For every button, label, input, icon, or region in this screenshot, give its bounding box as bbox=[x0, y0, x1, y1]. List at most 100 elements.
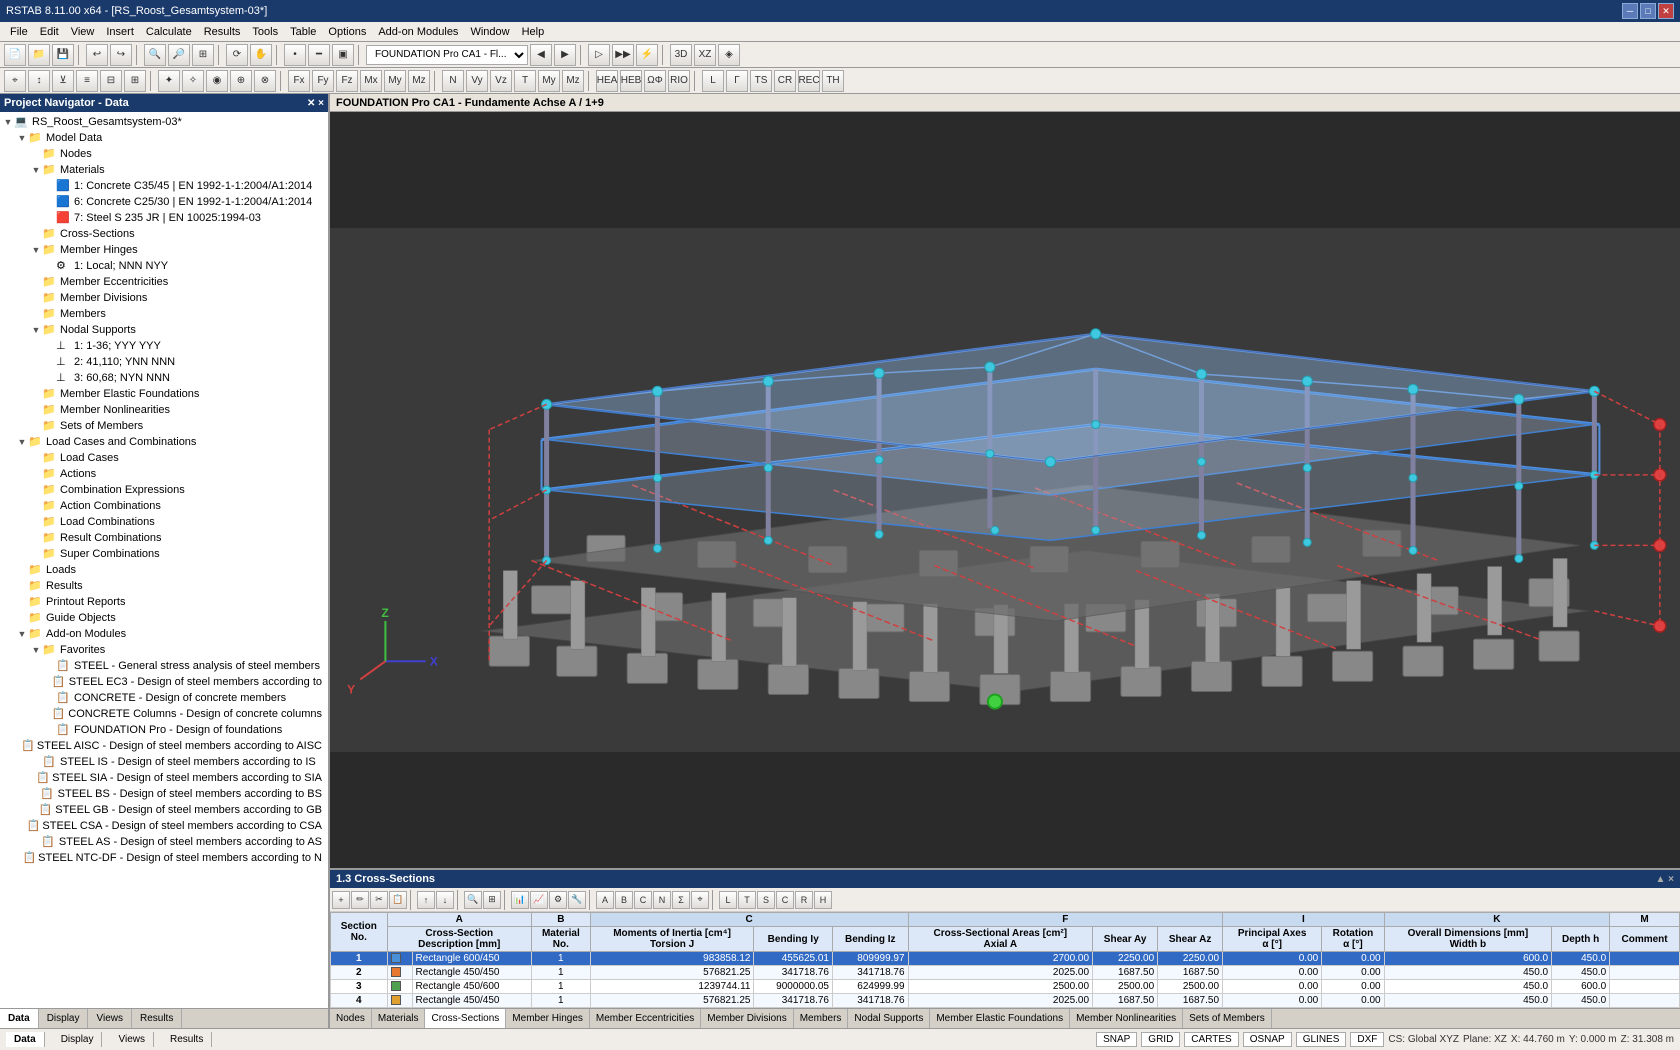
section-tab-7[interactable]: Nodal Supports bbox=[848, 1009, 930, 1028]
table-row-4[interactable]: 4Rectangle 450/4501576821.25341718.76341… bbox=[331, 994, 1680, 1008]
tree-item-steel_gb[interactable]: 📋STEEL GB - Design of steel members acco… bbox=[2, 802, 326, 818]
tree-item-combination_expressions[interactable]: 📁Combination Expressions bbox=[2, 482, 326, 498]
tb2-31[interactable]: CR bbox=[774, 70, 796, 92]
cartes-indicator[interactable]: CARTES bbox=[1184, 1032, 1238, 1047]
tree-item-nodes[interactable]: 📁Nodes bbox=[2, 146, 326, 162]
menu-insert[interactable]: Insert bbox=[100, 24, 140, 40]
menu-table[interactable]: Table bbox=[284, 24, 322, 40]
bt-btn-9[interactable]: 📊 bbox=[511, 891, 529, 909]
tb2-18[interactable]: N bbox=[442, 70, 464, 92]
tb2-14[interactable]: Fz bbox=[336, 70, 358, 92]
tb2-21[interactable]: T bbox=[514, 70, 536, 92]
tb-open[interactable]: 📁 bbox=[28, 44, 50, 66]
nav-tab-results[interactable]: Results bbox=[132, 1009, 182, 1028]
tb2-25[interactable]: HEB bbox=[620, 70, 642, 92]
statusbar-tab-data[interactable]: Data bbox=[6, 1032, 45, 1047]
tb2-30[interactable]: TS bbox=[750, 70, 772, 92]
bt-btn-16[interactable]: N bbox=[653, 891, 671, 909]
tree-item-root[interactable]: ▼💻RS_Roost_Gesamtsystem-03* bbox=[2, 114, 326, 130]
tree-item-ns3[interactable]: ⊥3: 60,68; NYN NNN bbox=[2, 370, 326, 386]
foundation-dropdown[interactable]: FOUNDATION Pro CA1 - Fl... bbox=[366, 45, 528, 65]
tree-item-steel_aisc[interactable]: 📋STEEL AISC - Design of steel members ac… bbox=[2, 738, 326, 754]
statusbar-tab-views[interactable]: Views bbox=[110, 1032, 154, 1047]
menu-tools[interactable]: Tools bbox=[246, 24, 284, 40]
table-row-2[interactable]: 2Rectangle 450/4501576821.25341718.76341… bbox=[331, 966, 1680, 980]
bt-btn-20[interactable]: T bbox=[738, 891, 756, 909]
tb2-11[interactable]: ⊗ bbox=[254, 70, 276, 92]
menu-addon[interactable]: Add-on Modules bbox=[372, 24, 464, 40]
tree-item-guide_objects[interactable]: 📁Guide Objects bbox=[2, 610, 326, 626]
tb2-22[interactable]: My bbox=[538, 70, 560, 92]
menu-options[interactable]: Options bbox=[322, 24, 372, 40]
snap-indicator[interactable]: SNAP bbox=[1096, 1032, 1137, 1047]
bt-btn-2[interactable]: ✏ bbox=[351, 891, 369, 909]
tb-xz-view[interactable]: XZ bbox=[694, 44, 716, 66]
maximize-button[interactable]: □ bbox=[1640, 3, 1656, 19]
bt-btn-5[interactable]: ↑ bbox=[417, 891, 435, 909]
tb-render[interactable]: ◈ bbox=[718, 44, 740, 66]
tree-item-super_combinations[interactable]: 📁Super Combinations bbox=[2, 546, 326, 562]
nav-tab-views[interactable]: Views bbox=[88, 1009, 132, 1028]
tb2-3[interactable]: ⊻ bbox=[52, 70, 74, 92]
tb2-8[interactable]: ✧ bbox=[182, 70, 204, 92]
tb2-5[interactable]: ⊟ bbox=[100, 70, 122, 92]
nav-close-btn[interactable]: ✕ × bbox=[307, 98, 324, 109]
bt-btn-11[interactable]: ⚙ bbox=[549, 891, 567, 909]
tree-item-steel_sia[interactable]: 📋STEEL SIA - Design of steel members acc… bbox=[2, 770, 326, 786]
tree-item-action_combinations[interactable]: 📁Action Combinations bbox=[2, 498, 326, 514]
bt-btn-21[interactable]: S bbox=[757, 891, 775, 909]
tree-item-favorites[interactable]: ▼📁Favorites bbox=[2, 642, 326, 658]
menu-window[interactable]: Window bbox=[464, 24, 515, 40]
bt-btn-15[interactable]: C bbox=[634, 891, 652, 909]
tree-item-steel_ec3[interactable]: 📋STEEL EC3 - Design of steel members acc… bbox=[2, 674, 326, 690]
tree-item-concrete[interactable]: 📋CONCRETE - Design of concrete members bbox=[2, 690, 326, 706]
viewport-canvas[interactable]: X Z Y bbox=[330, 112, 1680, 868]
tree-item-member_divisions[interactable]: 📁Member Divisions bbox=[2, 290, 326, 306]
menu-file[interactable]: File bbox=[4, 24, 34, 40]
table-row-1[interactable]: 1Rectangle 600/4501983858.12455625.01809… bbox=[331, 952, 1680, 966]
close-button[interactable]: ✕ bbox=[1658, 3, 1674, 19]
tree-item-cross_sections[interactable]: 📁Cross-Sections bbox=[2, 226, 326, 242]
menu-calculate[interactable]: Calculate bbox=[140, 24, 198, 40]
tb-prev[interactable]: ◀ bbox=[530, 44, 552, 66]
tree-item-member_hinges[interactable]: ▼📁Member Hinges bbox=[2, 242, 326, 258]
tree-item-loads[interactable]: 📁Loads bbox=[2, 562, 326, 578]
grid-indicator[interactable]: GRID bbox=[1141, 1032, 1180, 1047]
tb2-17[interactable]: Mz bbox=[408, 70, 430, 92]
bt-btn-18[interactable]: ⌖ bbox=[691, 891, 709, 909]
table-row-3[interactable]: 3Rectangle 450/60011239744.119000000.056… bbox=[331, 980, 1680, 994]
tb2-15[interactable]: Mx bbox=[360, 70, 382, 92]
cross-sections-table[interactable]: SectionNo. A B C F I K M Cross-SectionDe… bbox=[330, 912, 1680, 1008]
tb2-12[interactable]: Fx bbox=[288, 70, 310, 92]
tb2-9[interactable]: ◉ bbox=[206, 70, 228, 92]
menu-edit[interactable]: Edit bbox=[34, 24, 65, 40]
tree-item-steel_as[interactable]: 📋STEEL AS - Design of steel members acco… bbox=[2, 834, 326, 850]
tree-item-result_combinations[interactable]: 📁Result Combinations bbox=[2, 530, 326, 546]
tb2-1[interactable]: ⌖ bbox=[4, 70, 26, 92]
bt-btn-24[interactable]: H bbox=[814, 891, 832, 909]
tb-member[interactable]: ━ bbox=[308, 44, 330, 66]
tree-item-member_nonlinearities[interactable]: 📁Member Nonlinearities bbox=[2, 402, 326, 418]
tb-undo[interactable]: ↩ bbox=[86, 44, 108, 66]
menu-help[interactable]: Help bbox=[516, 24, 551, 40]
section-tab-8[interactable]: Member Elastic Foundations bbox=[930, 1009, 1070, 1028]
tree-item-steel_general[interactable]: 📋STEEL - General stress analysis of stee… bbox=[2, 658, 326, 674]
tb2-19[interactable]: Vy bbox=[466, 70, 488, 92]
tree-item-mat1[interactable]: 🟦1: Concrete C35/45 | EN 1992-1-1:2004/A… bbox=[2, 178, 326, 194]
section-tab-2[interactable]: Cross-Sections bbox=[425, 1009, 506, 1028]
bt-btn-7[interactable]: 🔍 bbox=[464, 891, 482, 909]
tb-3d-view[interactable]: 3D bbox=[670, 44, 692, 66]
tree-item-model_data[interactable]: ▼📁Model Data bbox=[2, 130, 326, 146]
bt-btn-4[interactable]: 📋 bbox=[389, 891, 407, 909]
tree-item-mat6[interactable]: 🟦6: Concrete C25/30 | EN 1992-1-1:2004/A… bbox=[2, 194, 326, 210]
tree-item-ns1[interactable]: ⊥1: 1-36; YYY YYY bbox=[2, 338, 326, 354]
bt-btn-14[interactable]: B bbox=[615, 891, 633, 909]
tb-pan[interactable]: ✋ bbox=[250, 44, 272, 66]
tb2-16[interactable]: My bbox=[384, 70, 406, 92]
tree-item-steel_csa[interactable]: 📋STEEL CSA - Design of steel members acc… bbox=[2, 818, 326, 834]
dxf-indicator[interactable]: DXF bbox=[1350, 1032, 1384, 1047]
tb2-6[interactable]: ⊞ bbox=[124, 70, 146, 92]
menu-view[interactable]: View bbox=[65, 24, 101, 40]
tree-item-member_elastic_foundations[interactable]: 📁Member Elastic Foundations bbox=[2, 386, 326, 402]
bt-btn-13[interactable]: A bbox=[596, 891, 614, 909]
